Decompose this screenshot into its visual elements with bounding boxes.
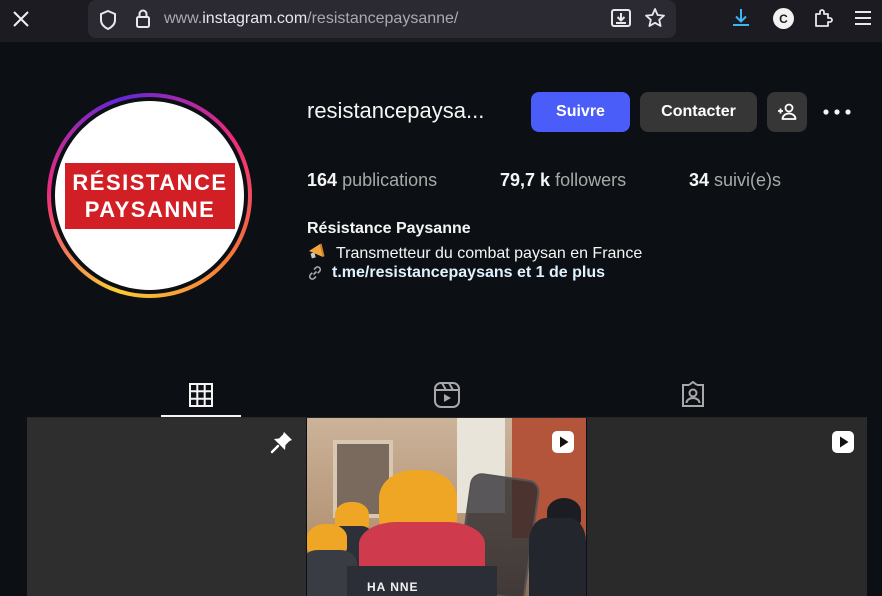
following-count[interactable]: 34 suivi(e)s [689, 170, 781, 191]
downloads-icon[interactable] [730, 7, 752, 34]
posts-count: 164 publications [307, 170, 438, 190]
active-tab-indicator [161, 415, 241, 417]
add-user-icon [778, 103, 797, 120]
thumbnail-jacket-text: HA NNE [367, 580, 419, 594]
avatar-image: RÉSISTANCE PAYSANNE [55, 101, 244, 290]
video-icon [831, 430, 855, 454]
contact-button[interactable]: Contacter [640, 92, 757, 132]
tab-tagged[interactable] [653, 372, 733, 418]
bio-text: Transmetteur du combat paysan en France [336, 244, 643, 262]
reels-icon [434, 382, 460, 408]
tab-posts[interactable] [161, 372, 241, 418]
profile-link[interactable]: t.me/resistancepaysans et 1 de plus [307, 264, 605, 282]
video-icon [551, 430, 575, 454]
grid-icon [189, 383, 213, 407]
link-text[interactable]: t.me/resistancepaysans et 1 de plus [332, 264, 605, 282]
logo-text-line1: RÉSISTANCE [72, 170, 228, 195]
profile-full-name: Résistance Paysanne [307, 220, 471, 237]
bookmark-star-icon[interactable] [644, 7, 666, 34]
pin-icon [270, 430, 294, 454]
follow-button[interactable]: Suivre [531, 92, 630, 132]
post-thumbnail[interactable] [587, 418, 867, 596]
thumbnail-police-officer [529, 518, 586, 596]
lock-icon[interactable] [134, 8, 152, 35]
browser-toolbar: www.instagram.com/resistancepaysanne/ C [0, 0, 882, 42]
more-options-icon[interactable] [821, 100, 853, 124]
suggested-accounts-button[interactable] [767, 92, 807, 132]
url-text[interactable]: www.instagram.com/resistancepaysanne/ [164, 10, 458, 28]
followers-count[interactable]: 79,7 k followers [500, 170, 626, 191]
link-icon [307, 265, 323, 281]
close-icon[interactable] [10, 8, 32, 30]
hamburger-menu-icon[interactable] [853, 9, 873, 32]
resistance-paysanne-logo: RÉSISTANCE PAYSANNE [65, 163, 235, 229]
address-bar[interactable]: www.instagram.com/resistancepaysanne/ [88, 0, 676, 38]
profile-bio: Transmetteur du combat paysan en France [307, 242, 642, 265]
tab-reels[interactable] [407, 372, 487, 418]
profile-avatar[interactable]: RÉSISTANCE PAYSANNE [47, 93, 252, 298]
save-page-icon[interactable] [610, 7, 632, 34]
account-avatar[interactable]: C [773, 8, 794, 29]
extensions-icon[interactable] [812, 7, 834, 34]
post-thumbnail[interactable] [27, 418, 306, 596]
tagged-icon [682, 381, 704, 407]
megaphone-emoji-icon [307, 242, 327, 265]
shield-icon[interactable] [98, 9, 118, 36]
post-thumbnail[interactable]: HA NNE [307, 418, 586, 596]
logo-text-line2: PAYSANNE [84, 197, 216, 222]
profile-username: resistancepaysa... [307, 98, 485, 123]
